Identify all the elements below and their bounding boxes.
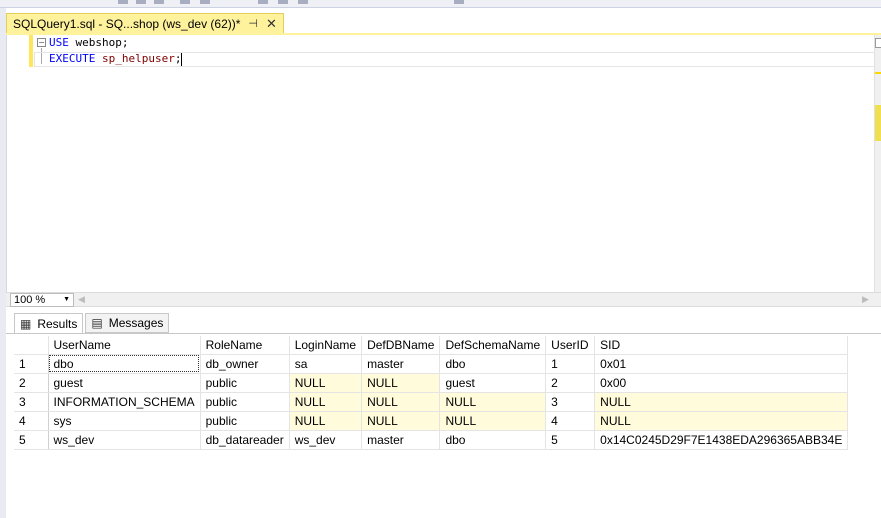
toolbar-icon[interactable] (278, 0, 288, 4)
toolbar-icon[interactable] (118, 0, 128, 4)
tab-results[interactable]: ▦ Results (14, 313, 84, 334)
column-header[interactable]: UserID (545, 336, 596, 355)
table-cell[interactable]: db_datareader (200, 430, 290, 450)
divider (6, 333, 881, 334)
table-cell[interactable]: ws_dev (289, 430, 363, 450)
table-cell[interactable]: 5 (545, 430, 596, 450)
table-cell[interactable]: INFORMATION_SCHEMA (48, 392, 201, 412)
table-cell[interactable]: public (200, 373, 290, 393)
results-pane: ▦ Results ▤ Messages UserName RoleName L… (6, 308, 881, 518)
toolbar-icon[interactable] (180, 0, 190, 4)
header-row: UserName RoleName LoginName DefDBName De… (14, 336, 849, 355)
table-cell[interactable]: sa (289, 354, 363, 374)
table-cell-null[interactable]: NULL (361, 373, 441, 393)
table-row[interactable]: 1 dbo db_owner sa master dbo 1 0x01 (14, 354, 849, 374)
split-handle[interactable] (875, 38, 881, 48)
table-cell-null[interactable]: NULL (361, 411, 441, 431)
toolbar-icon[interactable] (154, 0, 164, 4)
procedure-name: sp_helpuser (95, 52, 175, 65)
table-cell[interactable]: 2 (545, 373, 596, 393)
table-cell[interactable]: 4 (545, 411, 596, 431)
table-cell[interactable]: public (200, 411, 290, 431)
grid-corner[interactable] (14, 336, 49, 355)
table-cell[interactable]: dbo (439, 354, 547, 374)
pin-icon[interactable]: ⊣ (248, 17, 258, 30)
collapse-icon[interactable]: − (37, 38, 46, 47)
table-cell[interactable]: 0x14C0245D29F7E1438EDA296365ABB34E (594, 430, 849, 450)
results-grid[interactable]: UserName RoleName LoginName DefDBName De… (14, 336, 849, 450)
statement-terminator: ; (174, 52, 182, 65)
zoom-value: 100 % (14, 294, 46, 306)
table-cell[interactable]: 0x00 (594, 373, 849, 393)
close-icon[interactable]: ✕ (266, 16, 277, 32)
results-tabs: ▦ Results ▤ Messages (14, 313, 171, 334)
column-header[interactable]: DefSchemaName (439, 336, 547, 355)
toolbar-icon[interactable] (136, 0, 146, 4)
table-cell-null[interactable]: NULL (594, 392, 849, 412)
toolbar-strip (0, 0, 881, 8)
column-header[interactable]: RoleName (200, 336, 290, 355)
grid-icon: ▦ (20, 317, 32, 331)
chevron-down-icon[interactable]: ▼ (63, 294, 70, 306)
editor-vertical-scrollbar[interactable] (874, 35, 881, 292)
table-cell-null[interactable]: NULL (594, 411, 849, 431)
table-cell[interactable]: guest (48, 373, 201, 393)
keyword-use: USE (49, 36, 69, 49)
tab-messages[interactable]: ▤ Messages (85, 313, 170, 333)
zoom-bar: 100 % ▼ ◀ ▶ (6, 292, 881, 307)
row-number[interactable]: 5 (14, 430, 49, 450)
scroll-left-icon[interactable]: ◀ (78, 295, 85, 305)
database-name: webshop; (68, 36, 129, 49)
table-row[interactable]: 4 sys public NULL NULL NULL 4 NULL (14, 411, 849, 431)
table-cell[interactable]: dbo (439, 430, 547, 450)
text-caret (181, 52, 183, 66)
toolbar-icon[interactable] (258, 0, 268, 4)
table-cell[interactable]: master (361, 354, 441, 374)
table-cell[interactable]: guest (439, 373, 547, 393)
table-cell-null[interactable]: NULL (289, 411, 363, 431)
tab-messages-label: Messages (108, 316, 164, 330)
zoom-dropdown[interactable]: 100 % ▼ (10, 293, 74, 307)
table-cell[interactable]: db_owner (200, 354, 290, 374)
keyword-execute: EXECUTE (49, 52, 96, 65)
change-indicator (29, 35, 33, 67)
table-cell-null[interactable]: NULL (289, 373, 363, 393)
column-header[interactable]: LoginName (289, 336, 363, 355)
table-cell[interactable]: sys (48, 411, 201, 431)
tab-sqlquery1[interactable]: SQLQuery1.sql - SQ...shop (ws_dev (62))*… (6, 13, 284, 33)
table-cell-null[interactable]: NULL (361, 392, 441, 412)
table-row[interactable]: 2 guest public NULL NULL guest 2 0x00 (14, 373, 849, 393)
toolbar-icon[interactable] (298, 0, 308, 4)
tab-results-label: Results (37, 317, 78, 331)
table-cell[interactable]: public (200, 392, 290, 412)
scroll-marker (875, 72, 881, 74)
row-number[interactable]: 3 (14, 392, 49, 412)
row-number[interactable]: 2 (14, 373, 49, 393)
toolbar-icon[interactable] (454, 0, 464, 4)
scroll-right-icon[interactable]: ▶ (862, 295, 869, 305)
row-number[interactable]: 1 (14, 354, 49, 374)
table-cell[interactable]: 0x01 (594, 354, 849, 374)
table-cell[interactable]: 1 (545, 354, 596, 374)
column-header[interactable]: UserName (48, 336, 201, 355)
query-editor[interactable]: − USE webshop; EXECUTE sp_helpuser; (6, 35, 875, 292)
code-line-1[interactable]: USE webshop; (49, 35, 128, 51)
messages-icon: ▤ (91, 316, 103, 330)
table-row[interactable]: 3 INFORMATION_SCHEMA public NULL NULL NU… (14, 392, 849, 412)
column-header[interactable]: SID (594, 336, 849, 355)
table-row[interactable]: 5 ws_dev db_datareader ws_dev master dbo… (14, 430, 849, 450)
table-cell[interactable]: 3 (545, 392, 596, 412)
code-line-2[interactable]: EXECUTE sp_helpuser; (49, 51, 183, 67)
toolbar-icon[interactable] (200, 0, 210, 4)
table-cell-null[interactable]: NULL (439, 392, 547, 412)
scroll-marker (875, 105, 881, 141)
table-cell-null[interactable]: NULL (439, 411, 547, 431)
table-cell[interactable]: dbo (48, 354, 201, 374)
column-header[interactable]: DefDBName (361, 336, 441, 355)
table-cell[interactable]: ws_dev (48, 430, 201, 450)
table-cell-null[interactable]: NULL (289, 392, 363, 412)
table-cell[interactable]: master (361, 430, 441, 450)
row-number[interactable]: 4 (14, 411, 49, 431)
tab-title: SQLQuery1.sql - SQ...shop (ws_dev (62))* (13, 16, 241, 31)
